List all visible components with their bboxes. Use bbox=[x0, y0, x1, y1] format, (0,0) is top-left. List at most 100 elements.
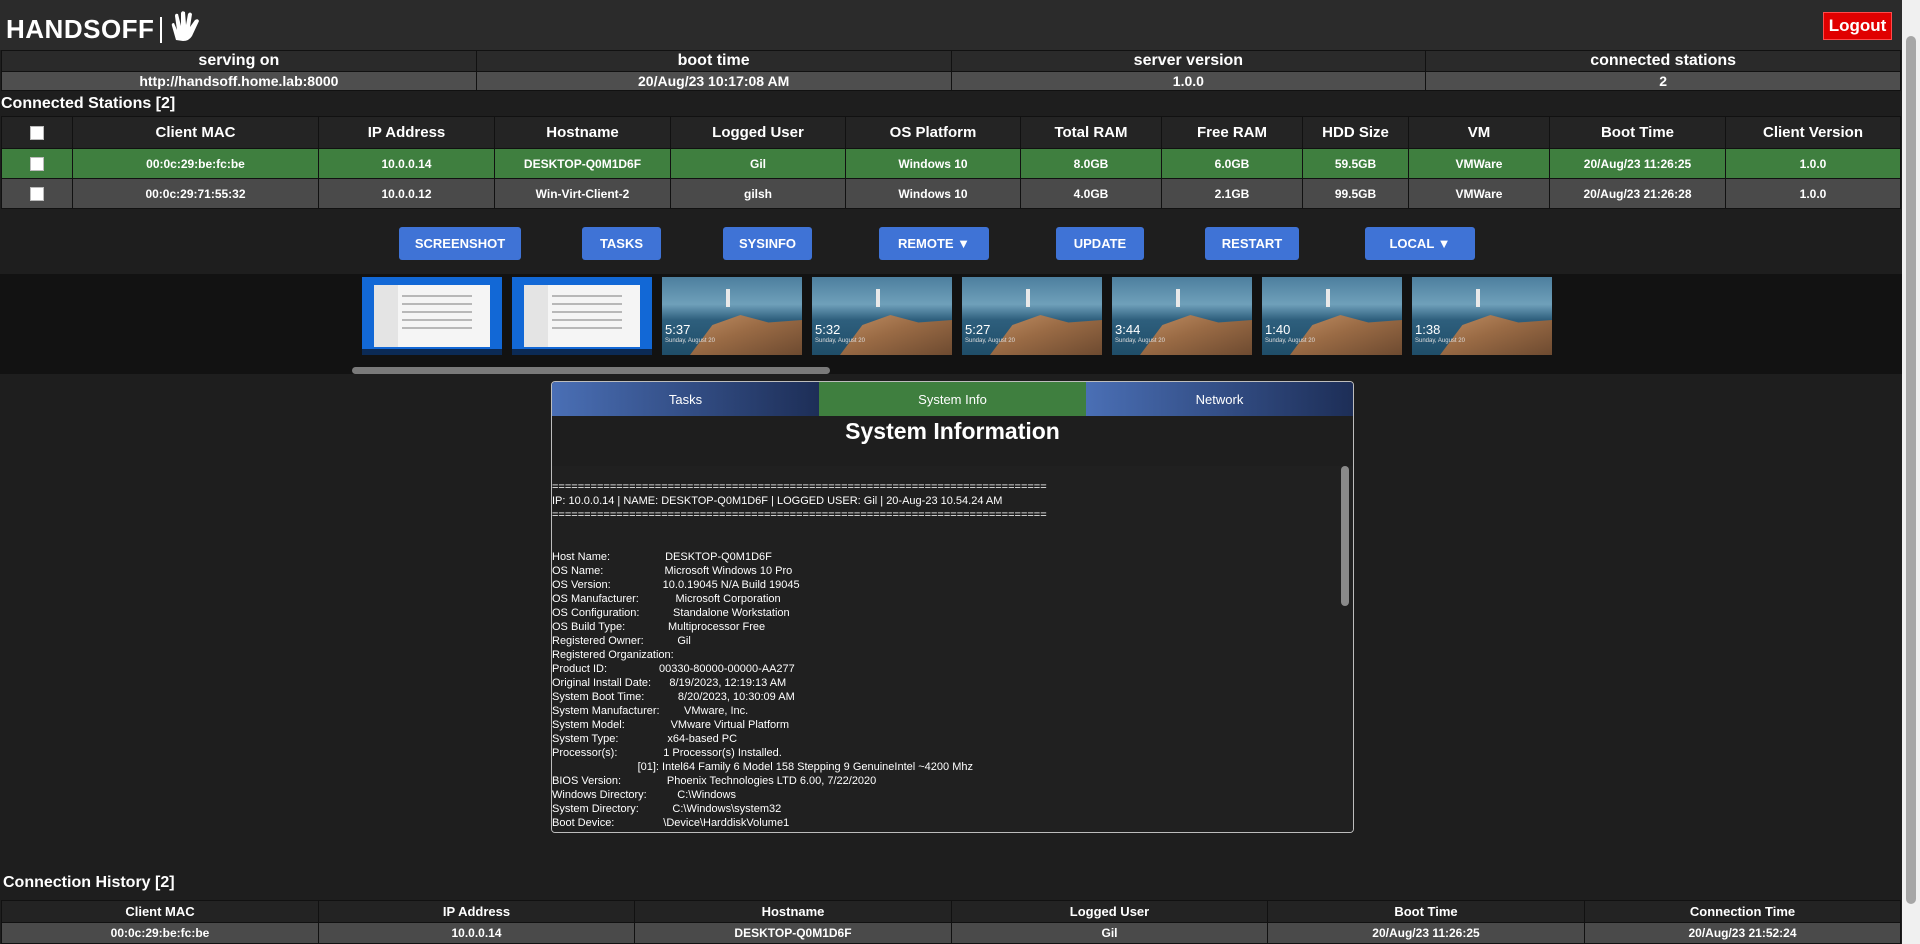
row-checkbox[interactable] bbox=[1, 178, 73, 209]
restart-button[interactable]: RESTART bbox=[1205, 227, 1299, 260]
connection-history-title: Connection History [2] bbox=[3, 874, 175, 891]
screenshot-thumbnail[interactable]: 5:27 Sunday, August 20 bbox=[962, 277, 1102, 355]
cell-hdd: 59.5GB bbox=[1302, 148, 1409, 179]
logo: HANDSOFF bbox=[6, 10, 202, 49]
connected-stations-title: Connected Stations [2] bbox=[1, 95, 176, 112]
screenshot-thumbnail[interactable] bbox=[362, 277, 502, 355]
cell-vm: VMWare bbox=[1408, 148, 1550, 179]
table-row[interactable]: 00:0c:29:be:fc:be 10.0.0.14 DESKTOP-Q0M1… bbox=[1, 148, 1901, 179]
panel-title: System Information bbox=[845, 418, 1060, 444]
cell-vm: VMWare bbox=[1408, 178, 1550, 209]
table-row: 00:0c:29:be:fc:be 10.0.0.14 DESKTOP-Q0M1… bbox=[1, 922, 1901, 944]
page-scrollbar[interactable] bbox=[1902, 0, 1920, 944]
cell-ip: 10.0.0.14 bbox=[318, 922, 635, 944]
col-logged-user[interactable]: Logged User bbox=[951, 900, 1268, 923]
tasks-button[interactable]: TASKS bbox=[582, 227, 661, 260]
cell-user: gilsh bbox=[670, 178, 846, 209]
top-bar: HANDSOFF Logout bbox=[0, 0, 1902, 50]
row-checkbox[interactable] bbox=[1, 148, 73, 179]
sysinfo-scrollbar[interactable] bbox=[1341, 466, 1349, 606]
screenshot-thumbnail[interactable]: 1:38 Sunday, August 20 bbox=[1412, 277, 1552, 355]
local-dropdown-button[interactable]: LOCAL ▼ bbox=[1365, 227, 1475, 260]
cell-free-ram: 2.1GB bbox=[1161, 178, 1303, 209]
select-all-checkbox[interactable] bbox=[1, 116, 73, 149]
col-free-ram[interactable]: Free RAM bbox=[1161, 116, 1303, 149]
cell-boot-time: 20/Aug/23 11:26:25 bbox=[1549, 148, 1726, 179]
col-hostname[interactable]: Hostname bbox=[494, 116, 671, 149]
server-header-serving-on: serving on bbox=[1, 50, 477, 72]
info-panel: Tasks System Info Network System Informa… bbox=[551, 381, 1354, 833]
cell-boot-time: 20/Aug/23 21:26:28 bbox=[1549, 178, 1726, 209]
cell-hostname: Win-Virt-Client-2 bbox=[494, 178, 671, 209]
update-button[interactable]: UPDATE bbox=[1056, 227, 1144, 260]
window-preview bbox=[374, 285, 490, 347]
col-hostname[interactable]: Hostname bbox=[634, 900, 952, 923]
lockscreen-date: Sunday, August 20 bbox=[815, 338, 865, 344]
lockscreen-time: 1:38 bbox=[1415, 322, 1441, 337]
brand-name: HANDSOFF bbox=[6, 14, 155, 44]
screenshot-thumbnail[interactable]: 5:37 Sunday, August 20 bbox=[662, 277, 802, 355]
remote-dropdown-button[interactable]: REMOTE ▼ bbox=[879, 227, 989, 260]
col-total-ram[interactable]: Total RAM bbox=[1020, 116, 1162, 149]
cell-ip: 10.0.0.14 bbox=[318, 148, 495, 179]
thumbnail-scrollbar[interactable] bbox=[352, 367, 830, 374]
sysinfo-output[interactable]: ========================================… bbox=[552, 466, 1353, 832]
checkbox[interactable] bbox=[30, 186, 44, 201]
tab-network[interactable]: Network bbox=[1086, 382, 1353, 416]
lockscreen-time: 5:27 bbox=[965, 322, 991, 337]
cell-mac: 00:0c:29:be:fc:be bbox=[72, 148, 319, 179]
cell-os: Windows 10 bbox=[845, 178, 1021, 209]
col-os-platform[interactable]: OS Platform bbox=[845, 116, 1021, 149]
cell-hostname: DESKTOP-Q0M1D6F bbox=[494, 148, 671, 179]
hand-icon bbox=[168, 10, 202, 49]
lockscreen-time: 5:32 bbox=[815, 322, 841, 337]
server-header-boot-time: boot time bbox=[475, 50, 952, 72]
col-boot-time[interactable]: Boot Time bbox=[1267, 900, 1585, 923]
cell-total-ram: 8.0GB bbox=[1020, 148, 1162, 179]
cell-total-ram: 4.0GB bbox=[1020, 178, 1162, 209]
checkbox[interactable] bbox=[30, 126, 44, 141]
cell-hostname: DESKTOP-Q0M1D6F bbox=[634, 922, 952, 944]
checkbox[interactable] bbox=[30, 156, 44, 171]
cell-hdd: 99.5GB bbox=[1302, 178, 1409, 209]
table-row[interactable]: 00:0c:29:71:55:32 10.0.0.12 Win-Virt-Cli… bbox=[1, 178, 1901, 209]
col-ip-address[interactable]: IP Address bbox=[318, 116, 495, 149]
cell-client-version: 1.0.0 bbox=[1725, 148, 1901, 179]
server-header-stations: connected stations bbox=[1425, 50, 1901, 72]
col-hdd-size[interactable]: HDD Size bbox=[1302, 116, 1409, 149]
screenshot-strip: 5:37 Sunday, August 20 5:32 Sunday, Augu… bbox=[0, 274, 1902, 374]
cell-user: Gil bbox=[951, 922, 1268, 944]
panel-tabs: Tasks System Info Network bbox=[552, 382, 1353, 416]
window-preview bbox=[524, 285, 640, 347]
tab-tasks[interactable]: Tasks bbox=[552, 382, 819, 416]
logout-button[interactable]: Logout bbox=[1823, 12, 1892, 40]
server-header-version: server version bbox=[950, 50, 1427, 72]
lockscreen-date: Sunday, August 20 bbox=[1115, 338, 1165, 344]
col-connection-time[interactable]: Connection Time bbox=[1584, 900, 1901, 923]
col-ip-address[interactable]: IP Address bbox=[318, 900, 635, 923]
cell-mac: 00:0c:29:71:55:32 bbox=[72, 178, 319, 209]
screenshot-thumbnail[interactable]: 5:32 Sunday, August 20 bbox=[812, 277, 952, 355]
screenshot-thumbnail[interactable] bbox=[512, 277, 652, 355]
col-client-mac[interactable]: Client MAC bbox=[72, 116, 319, 149]
history-table: Client MAC IP Address Hostname Logged Us… bbox=[1, 900, 1901, 944]
col-logged-user[interactable]: Logged User bbox=[670, 116, 846, 149]
logo-divider bbox=[160, 16, 163, 43]
lockscreen-time: 3:44 bbox=[1115, 322, 1141, 337]
screenshot-thumbnail[interactable]: 1:40 Sunday, August 20 bbox=[1262, 277, 1402, 355]
cell-free-ram: 6.0GB bbox=[1161, 148, 1303, 179]
sysinfo-button[interactable]: SYSINFO bbox=[723, 227, 812, 260]
lockscreen-time: 1:40 bbox=[1265, 322, 1291, 337]
screenshot-thumbnail[interactable]: 3:44 Sunday, August 20 bbox=[1112, 277, 1252, 355]
screenshot-button[interactable]: SCREENSHOT bbox=[399, 227, 521, 260]
col-client-version[interactable]: Client Version bbox=[1725, 116, 1901, 149]
col-client-mac[interactable]: Client MAC bbox=[1, 900, 319, 923]
connected-stations-count: 2 bbox=[1425, 71, 1901, 91]
col-boot-time[interactable]: Boot Time bbox=[1549, 116, 1726, 149]
cell-mac: 00:0c:29:be:fc:be bbox=[1, 922, 319, 944]
col-vm[interactable]: VM bbox=[1408, 116, 1550, 149]
page-scrollbar-thumb[interactable] bbox=[1906, 36, 1916, 904]
server-version: 1.0.0 bbox=[950, 71, 1427, 91]
server-boot-time: 20/Aug/23 10:17:08 AM bbox=[475, 71, 952, 91]
tab-system-info[interactable]: System Info bbox=[819, 382, 1086, 416]
